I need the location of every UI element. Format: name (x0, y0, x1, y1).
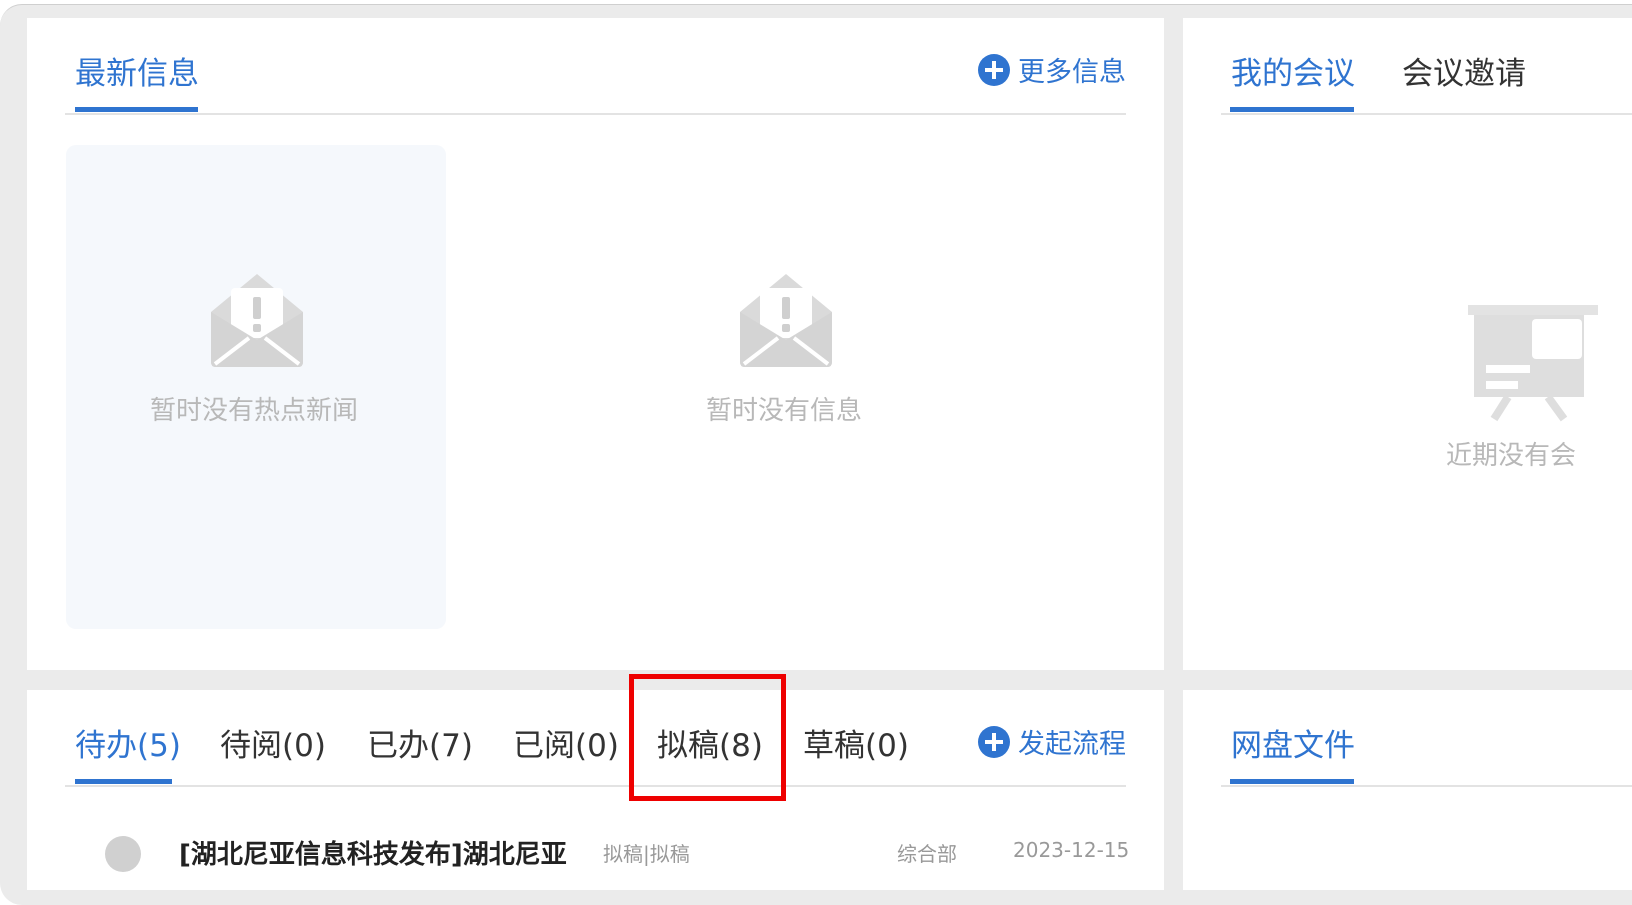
tab-active-underline (75, 779, 172, 784)
tab-divider (65, 113, 1126, 115)
more-info-label: 更多信息 (1018, 57, 1126, 88)
tab-active-underline (1230, 107, 1354, 112)
tab-active-underline (75, 107, 198, 112)
tab-latest-info[interactable]: 最新信息 (75, 48, 199, 93)
news-panel: 最新信息 更多信息 暂时没有热点新闻 暂时没有信息 (27, 18, 1164, 670)
workflow-panel: 待办(5) 待阅(0) 已办(7) 已阅(0) 拟稿(8) 草稿(0) 发起流程… (27, 690, 1164, 890)
plus-circle-icon (978, 53, 1010, 86)
tab-todo[interactable]: 待办(5) (75, 720, 181, 765)
hot-news-empty-text: 暂时没有热点新闻 (150, 396, 359, 426)
tab-divider (65, 785, 1126, 787)
presentation-board-icon (1468, 305, 1598, 422)
tab-done[interactable]: 已办(7) (367, 720, 473, 765)
disk-panel: 网盘文件 (1183, 690, 1632, 890)
tab-to-read[interactable]: 待阅(0) (220, 720, 326, 765)
list-item[interactable]: [湖北尼亚信息科技发布]湖北尼亚 拟稿|拟稿 综合部 2023-12-15 (97, 830, 1130, 872)
tab-read[interactable]: 已阅(0) (513, 720, 619, 765)
tab-divider (1221, 785, 1632, 787)
item-date: 2023-12-15 (1013, 838, 1130, 862)
empty-mail-icon (211, 274, 303, 367)
hot-news-box: 暂时没有热点新闻 (66, 145, 446, 629)
item-dept: 综合部 (897, 842, 957, 866)
meeting-empty-text: 近期没有会 (1446, 441, 1577, 471)
tab-my-meetings[interactable]: 我的会议 (1231, 48, 1355, 93)
start-process-label: 发起流程 (1018, 729, 1126, 760)
item-title: [湖北尼亚信息科技发布]湖北尼亚 (179, 840, 567, 870)
empty-mail-icon (740, 274, 832, 367)
info-empty-text: 暂时没有信息 (706, 396, 863, 426)
tab-drafts[interactable]: 草稿(0) (803, 720, 909, 765)
tab-meeting-invites[interactable]: 会议邀请 (1402, 48, 1526, 93)
plus-circle-icon (978, 725, 1010, 758)
tab-divider (1221, 113, 1632, 115)
tab-active-underline (1230, 779, 1354, 784)
avatar (105, 836, 141, 872)
tab-disk-files[interactable]: 网盘文件 (1231, 720, 1355, 765)
more-info-link[interactable]: 更多信息 (978, 50, 1126, 89)
start-process-link[interactable]: 发起流程 (978, 722, 1126, 761)
meeting-panel: 我的会议 会议邀请 近期没有会 (1183, 18, 1632, 670)
highlight-box (629, 674, 786, 801)
item-type: 拟稿|拟稿 (603, 842, 690, 866)
